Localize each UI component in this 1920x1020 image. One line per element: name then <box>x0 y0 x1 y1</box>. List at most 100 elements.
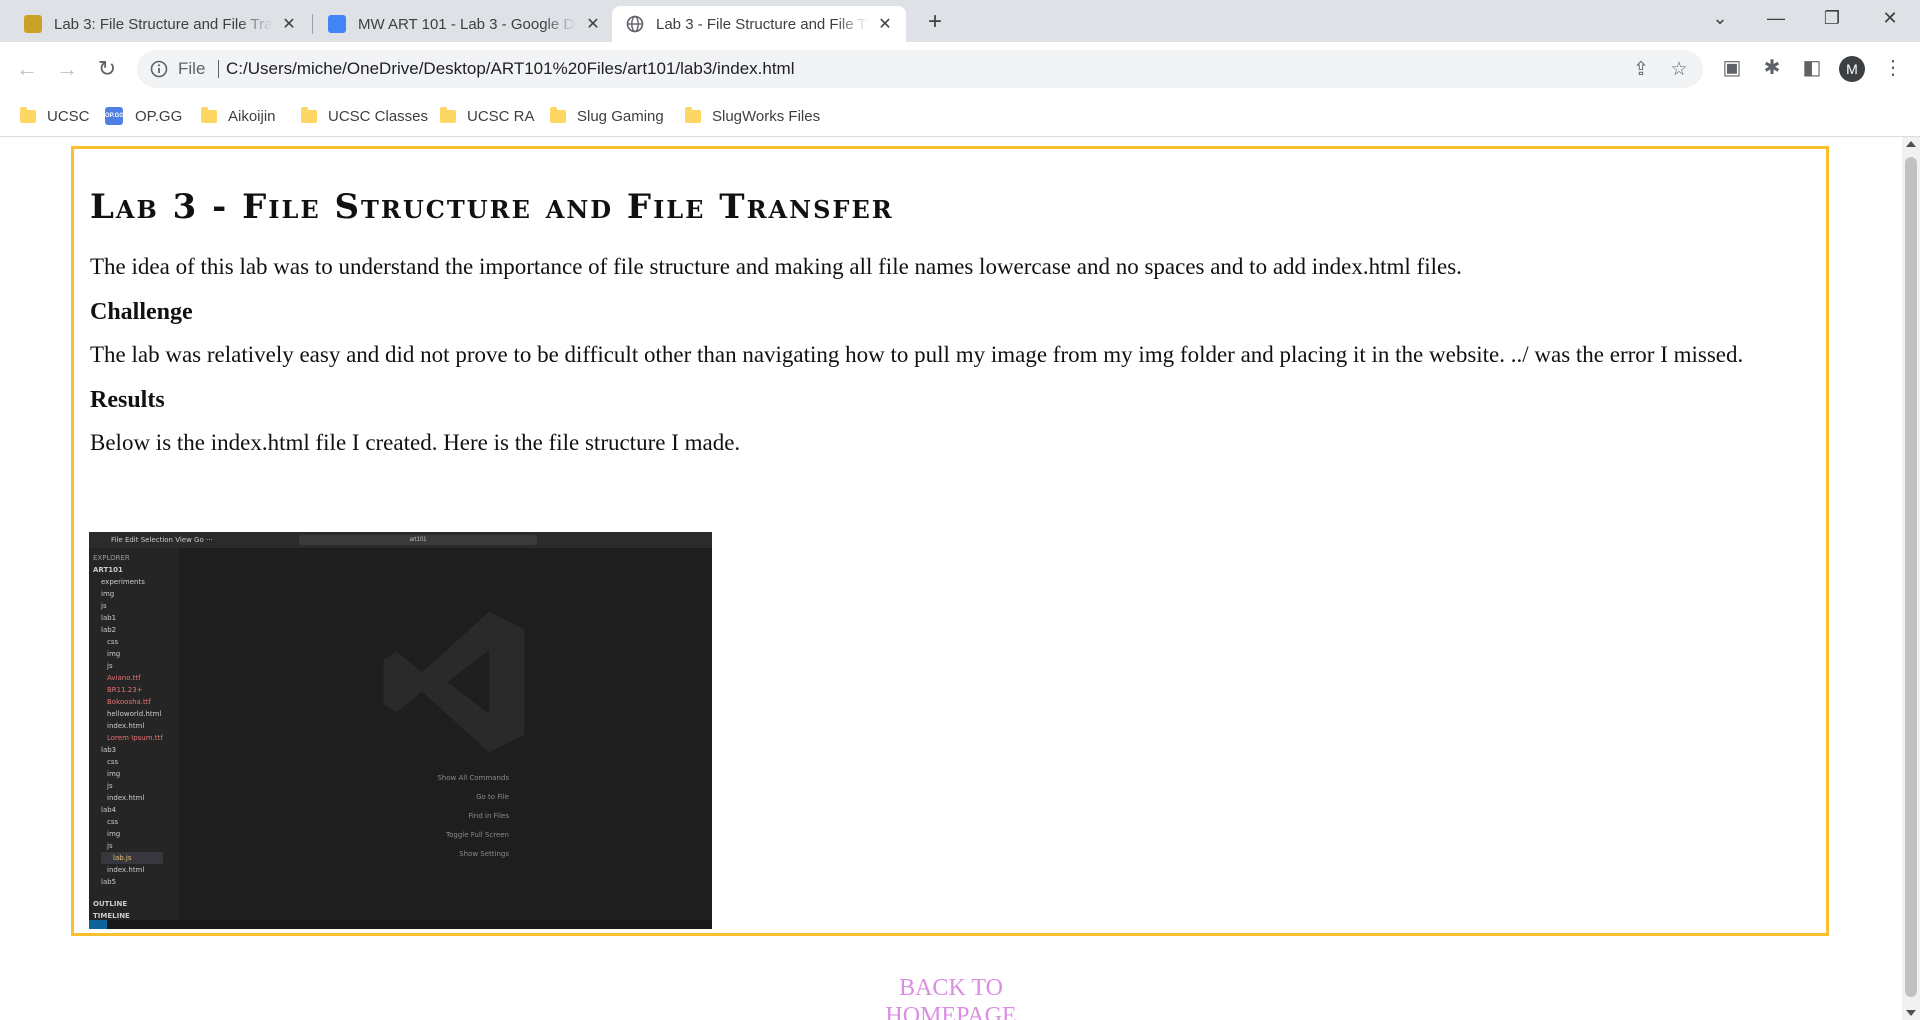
bookmark-slug-gaming[interactable]: Slug Gaming <box>550 104 664 128</box>
address-bar[interactable]: File C:/Users/miche/OneDrive/Desktop/ART… <box>137 50 1703 88</box>
extension-icon[interactable]: ▣ <box>1720 56 1744 80</box>
tab-divider <box>312 14 313 34</box>
tab-google-docs[interactable]: MW ART 101 - Lab 3 - Google Docs ✕ <box>314 6 614 42</box>
bookmark-label: Slug Gaming <box>577 107 664 125</box>
bookmark-ucsc-ra[interactable]: UCSC RA <box>440 104 535 128</box>
tab-lab3-active[interactable]: Lab 3 - File Structure and File Transfer… <box>612 6 906 42</box>
tree-item: js <box>101 602 107 610</box>
tab-strip: Lab 3: File Structure and File Transfer … <box>0 0 1920 42</box>
bookmark-label: UCSC <box>47 107 90 125</box>
results-heading: Results <box>90 387 165 413</box>
bookmark-ucsc-classes[interactable]: UCSC Classes <box>301 104 428 128</box>
hint-item: Show All Commands <box>437 774 509 782</box>
intro-paragraph: The idea of this lab was to understand t… <box>90 254 1462 279</box>
tree-item: lab2 <box>101 626 117 634</box>
back-link-line1: BACK TO <box>899 975 1003 1001</box>
back-link-line2: HOMEPAGE <box>885 1003 1017 1020</box>
tab-title: Lab 3 - File Structure and File Transfer <box>656 15 868 33</box>
bookmark-label: SlugWorks Files <box>712 107 821 125</box>
tree-item: Aviano.ttf <box>107 674 141 682</box>
info-icon[interactable] <box>149 59 169 79</box>
close-icon[interactable]: ✕ <box>278 14 300 34</box>
profile-avatar[interactable]: M <box>1839 56 1865 82</box>
share-icon[interactable]: ⇪ <box>1630 59 1652 81</box>
browser-toolbar: ← → ↻ File C:/Users/miche/OneDrive/Deskt… <box>0 42 1920 96</box>
back-arrow-icon[interactable]: ← <box>13 55 41 83</box>
folder-icon <box>20 106 36 123</box>
tab-title: Lab 3: File Structure and File Transfer <box>54 15 272 33</box>
back-to-homepage-link[interactable]: BACK TO HOMEPAGE <box>0 974 1902 1020</box>
tree-item: img <box>101 590 115 598</box>
folder-icon <box>440 106 456 123</box>
editor-menu: File Edit Selection View Go ··· <box>111 536 213 544</box>
bookmark-slugworks-files[interactable]: SlugWorks Files <box>685 104 820 128</box>
bookmark-label: UCSC Classes <box>328 107 429 125</box>
kebab-menu-icon[interactable]: ⋮ <box>1881 56 1905 80</box>
new-tab-plus-icon[interactable]: + <box>922 9 948 35</box>
tree-item: js <box>107 662 113 670</box>
scrollbar-thumb[interactable] <box>1905 157 1917 997</box>
tree-item: css <box>107 818 119 826</box>
tree-item: img <box>107 830 121 838</box>
remote-indicator <box>89 920 107 929</box>
tree-item: index.html <box>107 722 145 730</box>
editor-shortcut-hints: Show All Commands Go to File Find in Fil… <box>359 769 509 864</box>
file-structure-screenshot: File Edit Selection View Go ··· art101 E… <box>89 532 712 929</box>
bookmark-label: Aikoijin <box>228 107 276 125</box>
tab-lab3-structure[interactable]: Lab 3: File Structure and File Transfer … <box>10 6 310 42</box>
explorer-tree: experiments img js lab1 lab2 css img js … <box>101 576 163 888</box>
hint-item: Find in Files <box>468 812 509 820</box>
challenge-paragraph: The lab was relatively easy and did not … <box>90 342 1744 367</box>
explorer-root: ART101 <box>93 566 123 574</box>
tree-item: js <box>107 842 113 850</box>
editor-search: art101 <box>299 535 537 545</box>
reload-icon[interactable]: ↻ <box>93 55 121 83</box>
restore-icon[interactable]: ❐ <box>1806 0 1858 36</box>
tree-item: lab3 <box>101 746 117 754</box>
close-icon[interactable]: ✕ <box>582 14 604 34</box>
tree-item: js <box>107 782 113 790</box>
tree-item: lab4 <box>101 806 117 814</box>
page-viewport: Lab 3 - File Structure and File Transfer… <box>0 137 1902 1020</box>
bookmark-ucsc[interactable]: UCSC <box>20 104 90 128</box>
minimize-icon[interactable]: — <box>1750 0 1802 36</box>
folder-icon <box>301 106 317 123</box>
page-scrollbar[interactable] <box>1902 137 1920 1020</box>
scroll-down-arrow-icon[interactable] <box>1906 1010 1916 1016</box>
explorer-label: EXPLORER <box>93 554 130 562</box>
window-close-icon[interactable]: ✕ <box>1864 0 1916 36</box>
content-container: Lab 3 - File Structure and File Transfer… <box>71 146 1829 936</box>
editor-explorer: EXPLORER ART101 experiments img js lab1 … <box>89 548 179 920</box>
tree-item: lab1 <box>101 614 117 622</box>
bookmark-label: OP.GG <box>135 107 183 125</box>
results-paragraph: Below is the index.html file I created. … <box>90 430 741 455</box>
tree-item: css <box>107 638 119 646</box>
opgg-icon: OP.GG <box>105 107 124 125</box>
bookmark-opgg[interactable]: OP.GG OP.GG <box>105 104 182 128</box>
forward-arrow-icon[interactable]: → <box>53 55 81 83</box>
side-panel-icon[interactable]: ◧ <box>1800 56 1824 80</box>
bookmark-star-icon[interactable]: ☆ <box>1668 59 1690 81</box>
tree-item: lab.js <box>101 852 163 864</box>
scheme-label: File <box>178 59 206 78</box>
tab-title: MW ART 101 - Lab 3 - Google Docs <box>358 15 576 33</box>
outline-section: OUTLINE <box>93 900 128 908</box>
tree-item: BR11.23+ <box>107 686 143 694</box>
bookmarks-bar: UCSC OP.GG OP.GG Aikoijin UCSC Classes UC… <box>0 96 1920 137</box>
bookmark-label: UCSC RA <box>467 107 535 125</box>
tree-item: img <box>107 650 121 658</box>
url-text[interactable]: C:/Users/miche/OneDrive/Desktop/ART101%2… <box>226 59 795 79</box>
google-docs-icon <box>328 15 346 33</box>
tree-item: lab5 <box>101 878 117 886</box>
puzzle-extensions-icon[interactable]: ✱ <box>1760 56 1784 80</box>
tab-search-chevron-icon[interactable]: ⌄ <box>1694 0 1746 36</box>
folder-icon <box>685 106 701 123</box>
bookmark-aikoijin[interactable]: Aikoijin <box>201 104 276 128</box>
hint-item: Show Settings <box>459 850 509 858</box>
tree-item: index.html <box>107 866 145 874</box>
tree-item: index.html <box>107 794 145 802</box>
close-icon[interactable]: ✕ <box>874 14 896 34</box>
page-title: Lab 3 - File Structure and File Transfer <box>90 187 894 227</box>
ucsc-favicon-icon <box>24 15 42 33</box>
scroll-up-arrow-icon[interactable] <box>1906 141 1916 147</box>
